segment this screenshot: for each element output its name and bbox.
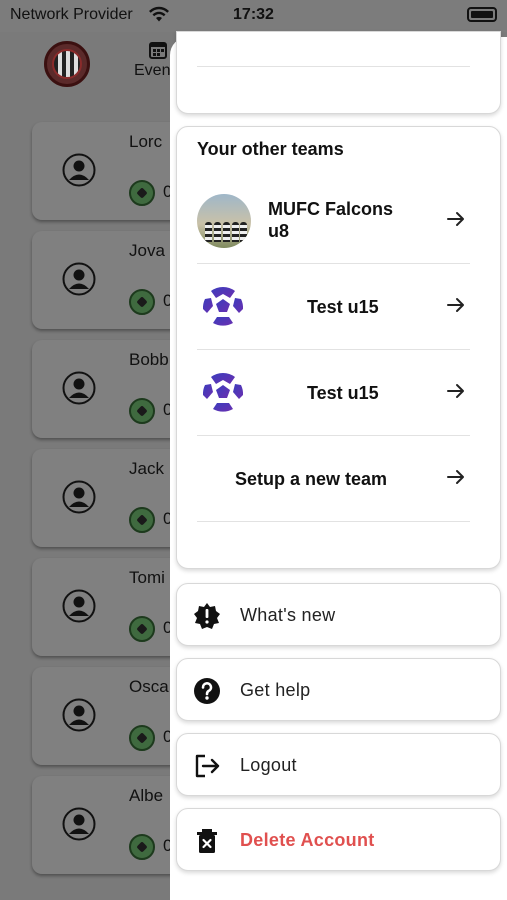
soccer-ball-icon: [129, 180, 155, 206]
setup-new-team-label: Setup a new team: [235, 469, 388, 489]
soccer-ball-icon: [202, 287, 244, 327]
player-name: Bobb: [129, 350, 169, 369]
person-icon: [62, 262, 96, 296]
arrow-right-icon: [447, 212, 464, 226]
tab-events-label: Even: [134, 62, 171, 79]
logout-label: Logout: [240, 755, 297, 775]
team-row-mufc-falcons[interactable]: MUFC Falcons u8: [197, 178, 470, 264]
soccer-ball-icon: [202, 373, 244, 413]
get-help-button[interactable]: Get help: [176, 658, 501, 721]
person-icon: [62, 480, 96, 514]
whats-new-button[interactable]: What's new: [176, 583, 501, 646]
soccer-ball-icon: [129, 616, 155, 642]
logout-button[interactable]: Logout: [176, 733, 501, 796]
person-icon: [62, 698, 96, 732]
calendar-icon: [149, 42, 167, 59]
delete-account-label: Delete Account: [240, 830, 375, 850]
soccer-ball-icon: [129, 507, 155, 533]
help-icon: [194, 678, 220, 704]
get-help-label: Get help: [240, 680, 311, 700]
soccer-ball-icon: [129, 289, 155, 315]
delete-account-button[interactable]: Delete Account: [176, 808, 501, 871]
arrow-right-icon: [447, 298, 464, 312]
team-row-test-u15[interactable]: Test u15: [197, 264, 470, 350]
other-teams-card: Your other teams MUFC Falcons u8 Test u1…: [176, 126, 501, 569]
team-photo: [197, 194, 251, 248]
arrow-right-icon: [447, 384, 464, 398]
trash-icon: [197, 829, 217, 853]
new-badge-icon: [194, 603, 220, 629]
clock: 17:32: [233, 6, 274, 23]
team-name: MUFC Falcons: [268, 199, 394, 219]
whats-new-label: What's new: [240, 605, 336, 625]
setup-new-team-row[interactable]: Setup a new team: [197, 436, 470, 522]
player-name: Jack: [129, 459, 164, 478]
soccer-ball-icon: [129, 725, 155, 751]
person-icon: [62, 371, 96, 405]
soccer-ball-icon: [129, 398, 155, 424]
battery-icon: [467, 7, 497, 22]
player-name: Osca: [129, 677, 169, 696]
divider: [197, 66, 470, 67]
drawer-top-card: [176, 31, 501, 114]
player-name: Tomi: [129, 568, 165, 587]
logout-icon: [195, 754, 220, 778]
team-name: Test u15: [307, 383, 379, 403]
team-row-test-u15[interactable]: Test u15: [197, 350, 470, 436]
soccer-ball-icon: [129, 834, 155, 860]
player-name: Lorc: [129, 132, 163, 151]
player-name: Albe: [129, 786, 164, 805]
team-name-line2: u8: [268, 221, 290, 241]
person-icon: [62, 807, 96, 841]
person-icon: [62, 153, 96, 187]
person-icon: [62, 589, 96, 623]
status-bar: Network Provider 17:32: [0, 0, 507, 32]
player-name: Jova: [129, 241, 165, 260]
club-badge[interactable]: [44, 41, 90, 87]
side-drawer: Your other teams MUFC Falcons u8 Test u1…: [170, 31, 507, 900]
teams-heading: Your other teams: [197, 139, 344, 159]
team-name: Test u15: [307, 297, 379, 317]
arrow-right-icon: [447, 470, 464, 484]
